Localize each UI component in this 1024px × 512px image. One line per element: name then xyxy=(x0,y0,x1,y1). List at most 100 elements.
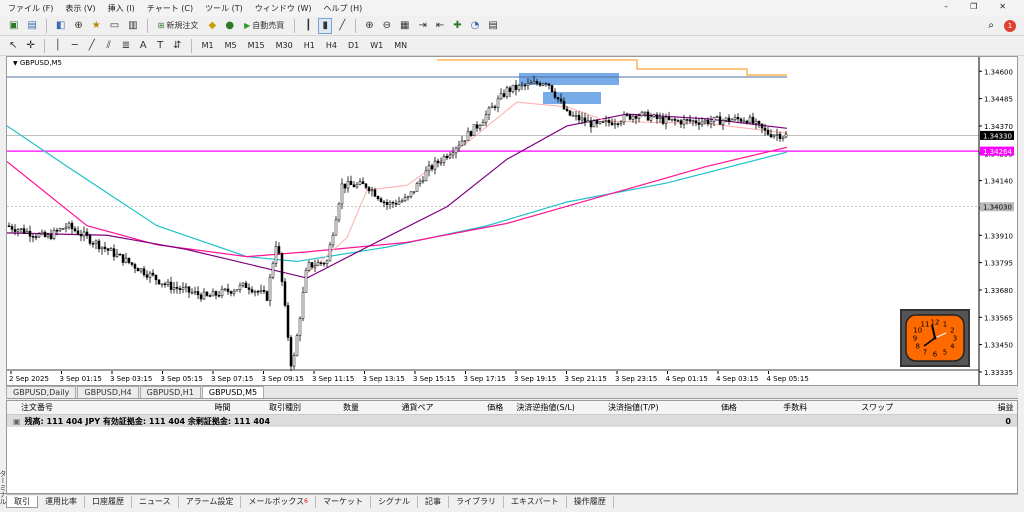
crosshair-icon[interactable]: ✛ xyxy=(23,38,37,54)
col-price2[interactable]: 価格 xyxy=(721,402,783,413)
chart-shift-icon[interactable]: ⇤ xyxy=(433,18,447,34)
templates-icon[interactable]: ▤ xyxy=(485,18,500,34)
candle-body xyxy=(646,111,650,121)
bar-chart-icon[interactable]: ┃ xyxy=(301,18,315,34)
menu-help[interactable]: ヘルプ (H) xyxy=(323,3,362,14)
col-sl[interactable]: 決済逆指値(S/L) xyxy=(516,402,608,413)
tile-windows-icon[interactable]: ▦ xyxy=(397,18,412,34)
tab-library[interactable]: ライブラリ xyxy=(449,495,504,508)
minimize-button[interactable]: – xyxy=(944,2,948,11)
line-chart-icon[interactable]: ╱ xyxy=(335,18,349,34)
arrow-icon[interactable]: ⇵ xyxy=(170,38,184,54)
timeframe-m30[interactable]: M30 xyxy=(272,38,297,54)
periods-icon[interactable]: ◔ xyxy=(468,18,483,34)
navigator-icon[interactable]: ★ xyxy=(89,18,104,34)
col-order[interactable]: 注文番号 xyxy=(7,402,53,413)
col-commission[interactable]: 手数料 xyxy=(783,402,861,413)
tab-mailbox[interactable]: メールボックス 6 xyxy=(241,495,316,508)
menu-tools[interactable]: ツール (T) xyxy=(205,3,243,14)
tab-journal[interactable]: 操作履歴 xyxy=(567,495,614,508)
timeframe-h4[interactable]: H4 xyxy=(322,38,341,54)
profiles-icon[interactable]: ▤ xyxy=(24,18,39,34)
new-chart-icon[interactable]: ▣ xyxy=(6,18,21,34)
chart-window[interactable]: 1.346001.344851.343701.342551.341401.340… xyxy=(6,56,1018,386)
menu-chart[interactable]: チャート (C) xyxy=(147,3,193,14)
timeframe-mn[interactable]: MN xyxy=(390,38,411,54)
timeframe-d1[interactable]: D1 xyxy=(344,38,363,54)
menu-insert[interactable]: 挿入 (I) xyxy=(108,3,135,14)
close-button[interactable]: ✕ xyxy=(999,2,1006,11)
zoom-out-icon[interactable]: ⊖ xyxy=(380,18,394,34)
col-profit[interactable]: 損益 xyxy=(998,402,1017,413)
candle-body xyxy=(346,180,350,189)
globe-icon[interactable]: ● xyxy=(222,18,237,34)
channel-icon[interactable]: ⫽ xyxy=(102,38,116,54)
restore-button[interactable]: ❐ xyxy=(970,2,977,11)
col-type[interactable]: 取引種別 xyxy=(269,402,343,413)
candle-body xyxy=(109,248,113,251)
tester-icon[interactable]: ▥ xyxy=(125,18,140,34)
candle-body xyxy=(430,165,434,170)
tab-market[interactable]: マーケット xyxy=(316,495,371,508)
market-watch-icon[interactable]: ◧ xyxy=(53,18,68,34)
candle-body xyxy=(556,97,560,100)
data-window-icon[interactable]: ⊕ xyxy=(71,18,85,34)
col-swap[interactable]: スワップ xyxy=(861,402,997,413)
col-sort[interactable]: / xyxy=(47,403,215,412)
terminal-icon[interactable]: ▭ xyxy=(107,18,122,34)
tab-gbpusd-daily[interactable]: GBPUSD,Daily xyxy=(6,386,77,398)
price-chart[interactable]: 1.346001.344851.343701.342551.341401.340… xyxy=(7,57,1017,385)
zoom-in-icon[interactable]: ⊕ xyxy=(362,18,376,34)
tab-trade[interactable]: 取引 xyxy=(6,495,38,508)
tab-account-history[interactable]: 口座履歴 xyxy=(85,495,132,508)
tab-gbpusd-m5[interactable]: GBPUSD,M5 xyxy=(201,386,265,398)
balance-row[interactable]: ▣ 残高: 111 404 JPY 有効証拠金: 111 404 余剰証拠金: … xyxy=(7,415,1017,427)
col-time[interactable]: 時間 xyxy=(215,402,270,413)
chat-icon[interactable]: 1 xyxy=(1004,19,1016,32)
label-icon[interactable]: T xyxy=(153,38,167,54)
tab-articles[interactable]: 記事 xyxy=(418,495,449,508)
tab-alerts[interactable]: アラーム設定 xyxy=(179,495,242,508)
trendline-icon[interactable]: ╱ xyxy=(85,38,99,54)
menu-window[interactable]: ウィンドウ (W) xyxy=(255,3,312,14)
tab-experts[interactable]: エキスパート xyxy=(504,495,567,508)
col-symbol[interactable]: 通貨ペア xyxy=(402,402,488,413)
price-label: 1.33450 xyxy=(984,342,1013,350)
price-label: 1.33680 xyxy=(984,287,1013,295)
timeframe-m5[interactable]: M5 xyxy=(221,38,241,54)
metaeditor-icon[interactable]: ◆ xyxy=(205,18,219,34)
timeframe-m1[interactable]: M1 xyxy=(198,38,218,54)
search-icon[interactable]: ⌕ xyxy=(988,20,994,31)
new-order-button[interactable]: ⊞ 新規注文 xyxy=(154,18,203,34)
vertical-line-icon[interactable]: │ xyxy=(51,38,65,54)
tab-signals[interactable]: シグナル xyxy=(371,495,418,508)
tab-news[interactable]: ニュース xyxy=(132,495,179,508)
tab-gbpusd-h4[interactable]: GBPUSD,H4 xyxy=(77,386,139,398)
cursor-icon[interactable]: ↖ xyxy=(6,38,20,54)
timeframe-h1[interactable]: H1 xyxy=(300,38,319,54)
menu-file[interactable]: ファイル (F) xyxy=(8,3,53,14)
candle-body xyxy=(580,117,584,121)
horizontal-line-icon[interactable]: ─ xyxy=(68,38,82,54)
text-icon[interactable]: A xyxy=(136,38,150,54)
candle-body xyxy=(121,254,125,263)
candle-body xyxy=(661,117,665,124)
candle-body xyxy=(157,279,161,285)
tab-gbpusd-h1[interactable]: GBPUSD,H1 xyxy=(139,386,201,398)
auto-scroll-icon[interactable]: ⇥ xyxy=(415,18,429,34)
tab-exposure[interactable]: 運用比率 xyxy=(38,495,85,508)
candle-body xyxy=(214,291,218,296)
col-volume[interactable]: 数量 xyxy=(343,402,401,413)
timeframe-w1[interactable]: W1 xyxy=(366,38,387,54)
timeframe-m15[interactable]: M15 xyxy=(244,38,269,54)
auto-trade-button[interactable]: ▶ 自動売買 xyxy=(240,18,288,34)
menu-bar: ファイル (F) 表示 (V) 挿入 (I) チャート (C) ツール (T) … xyxy=(0,0,1024,16)
menu-view[interactable]: 表示 (V) xyxy=(65,3,95,14)
time-label: 3 Sep 01:15 xyxy=(60,375,102,383)
col-price[interactable]: 価格 xyxy=(487,402,516,413)
indicators-icon[interactable]: ✚ xyxy=(450,18,464,34)
fibonacci-icon[interactable]: ≣ xyxy=(119,38,133,54)
candlestick-icon[interactable]: ▮ xyxy=(318,17,333,34)
col-tp[interactable]: 決済指値(T/P) xyxy=(608,402,721,413)
candle-body xyxy=(670,118,674,121)
